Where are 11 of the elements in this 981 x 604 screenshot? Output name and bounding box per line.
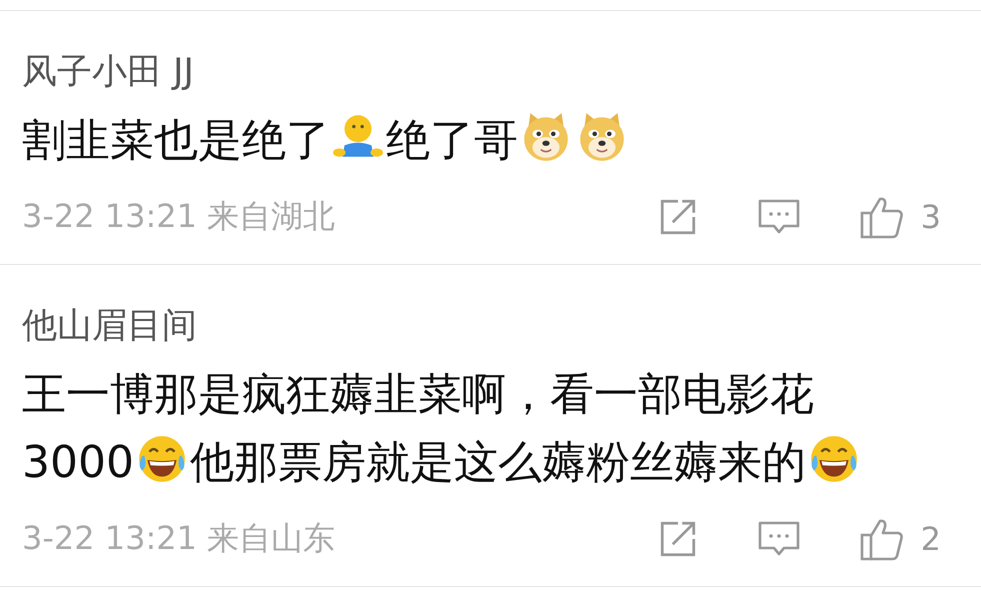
comment-time-location: 3-22 13:21 来自湖北 <box>22 196 336 237</box>
username[interactable]: 他山眉目间 <box>22 304 941 348</box>
like-count: 3 <box>920 198 941 236</box>
comment-text: 绝了哥 <box>386 115 518 166</box>
comment-text: 他那票房就是这么薅粉丝薅来的 <box>190 437 806 488</box>
like-count: 2 <box>920 520 941 558</box>
comment-text: 割韭菜也是绝了 <box>22 115 330 166</box>
comment-time-location: 3-22 13:21 来自山东 <box>22 518 336 559</box>
username[interactable]: 风子小田 JJ <box>22 50 941 94</box>
comment-text: 王一博那是疯狂薅韭菜啊，看一部电影花 <box>22 369 814 420</box>
comment-text: 3000 <box>22 437 134 488</box>
